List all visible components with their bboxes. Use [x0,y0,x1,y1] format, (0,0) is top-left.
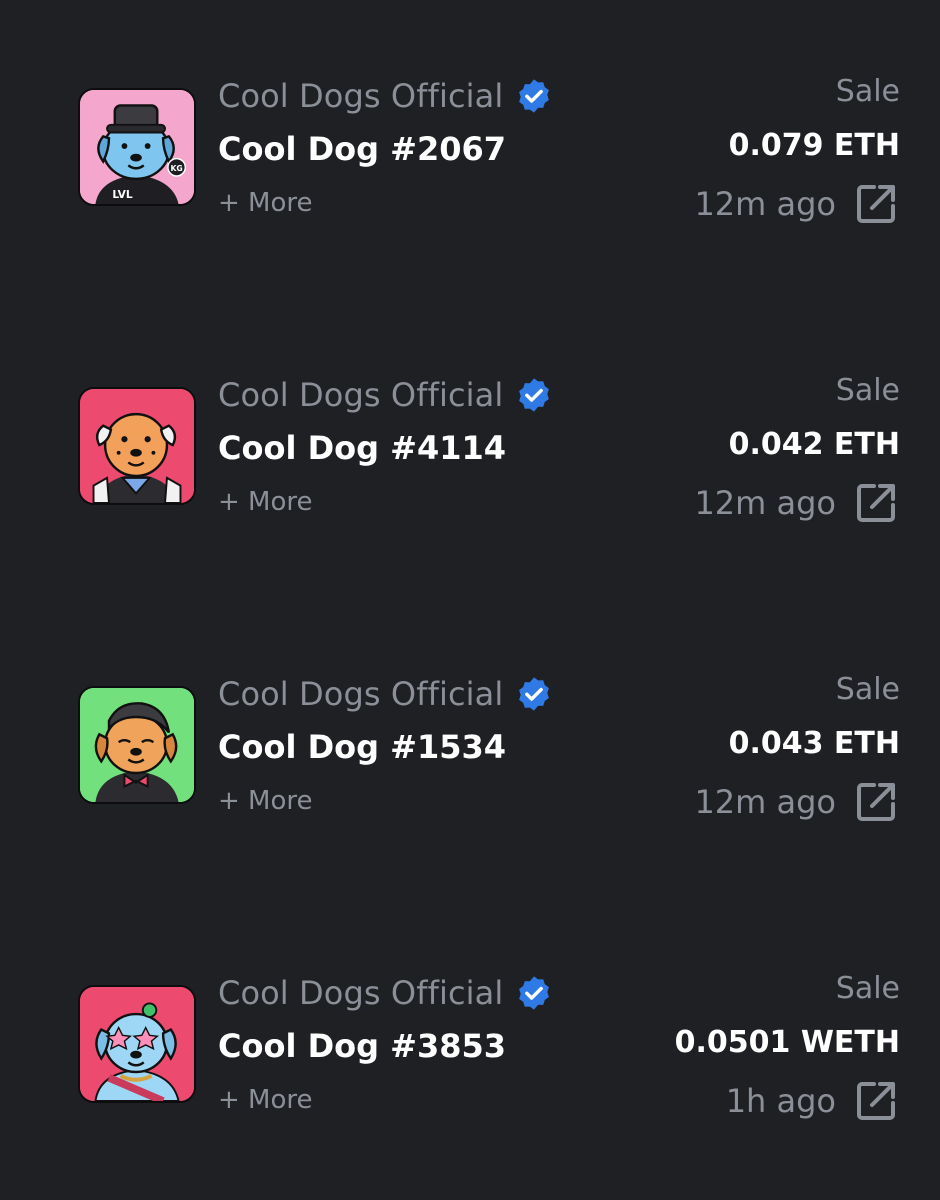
collection-name: Cool Dogs Official [218,376,504,414]
sale-price: 0.0501 WETH [674,1025,900,1060]
event-type: Sale [835,373,900,408]
nft-name[interactable]: Cool Dog #2067 [218,130,506,168]
external-link-icon[interactable] [852,778,900,826]
timestamp-group: 12m ago [694,180,900,228]
verified-badge-icon [519,378,550,412]
collection-link[interactable]: Cool Dogs Official [218,973,553,1013]
event-type: Sale [835,74,900,109]
timestamp: 12m ago [694,484,836,522]
activity-feed: KG LVL Cool Dogs Official Cool Dog #2067… [0,0,940,1200]
nft-thumbnail[interactable] [78,985,196,1103]
collection-name: Cool Dogs Official [218,675,504,713]
activity-row[interactable]: Cool Dogs Official Cool Dog #3853 + More… [0,971,940,1141]
verified-badge-icon [519,677,550,711]
collection-link[interactable]: Cool Dogs Official [218,674,553,714]
more-link[interactable]: + More [218,786,313,816]
timestamp: 12m ago [694,185,836,223]
external-link-icon[interactable] [852,1077,900,1125]
collection-name: Cool Dogs Official [218,77,504,115]
dog-avatar-image: KG LVL [80,90,194,204]
kg-badge-text: KG [170,164,182,173]
event-type: Sale [835,971,900,1006]
nft-name[interactable]: Cool Dog #3853 [218,1027,506,1065]
nft-thumbnail[interactable]: KG LVL [78,88,196,206]
nft-name[interactable]: Cool Dog #1534 [218,728,506,766]
timestamp-group: 12m ago [694,778,900,826]
activity-row[interactable]: KG LVL Cool Dogs Official Cool Dog #2067… [0,74,940,244]
dog-avatar-image [80,987,194,1101]
activity-row[interactable]: Cool Dogs Official Cool Dog #4114 + More… [0,373,940,543]
event-type: Sale [835,672,900,707]
collection-link[interactable]: Cool Dogs Official [218,375,553,415]
more-link[interactable]: + More [218,1085,313,1115]
sale-price: 0.079 ETH [728,128,900,163]
timestamp-group: 1h ago [726,1077,900,1125]
verified-badge-icon [519,976,550,1010]
nft-thumbnail[interactable] [78,686,196,804]
timestamp-group: 12m ago [694,479,900,527]
nft-thumbnail[interactable] [78,387,196,505]
dog-avatar-image [80,389,194,503]
dog-avatar-image [80,688,194,802]
activity-row[interactable]: Cool Dogs Official Cool Dog #1534 + More… [0,672,940,842]
verified-badge-icon [519,79,550,113]
lvl-badge-text: LVL [112,188,133,201]
nft-name[interactable]: Cool Dog #4114 [218,429,506,467]
more-link[interactable]: + More [218,487,313,517]
collection-name: Cool Dogs Official [218,974,504,1012]
external-link-icon[interactable] [852,180,900,228]
timestamp: 1h ago [725,1082,836,1120]
collection-link[interactable]: Cool Dogs Official [218,76,553,116]
timestamp: 12m ago [694,783,836,821]
more-link[interactable]: + More [218,188,313,218]
external-link-icon[interactable] [852,479,900,527]
sale-price: 0.042 ETH [728,427,900,462]
sale-price: 0.043 ETH [728,726,900,761]
